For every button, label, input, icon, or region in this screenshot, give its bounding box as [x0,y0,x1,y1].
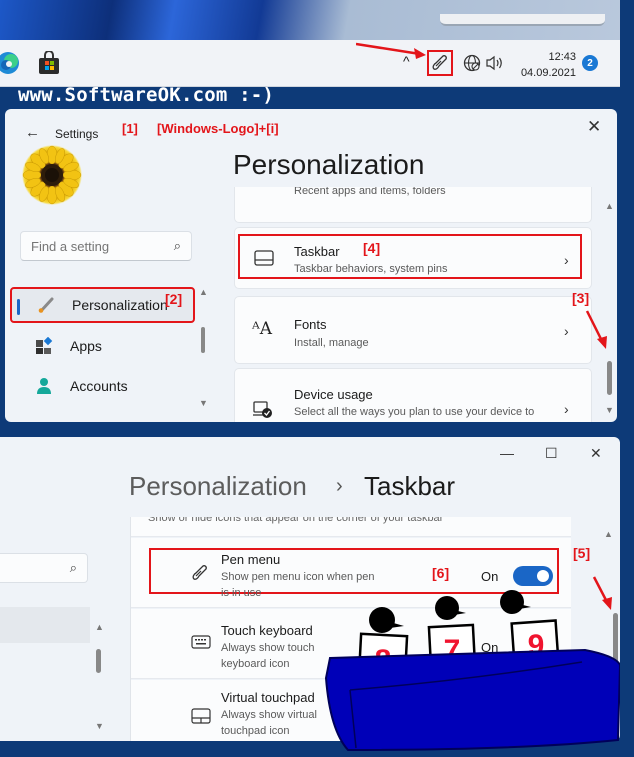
close-button[interactable]: ✕ [587,117,601,137]
annotation-4: [4] [363,240,381,256]
page-edge [620,0,634,752]
sidebar-item-apps[interactable]: Apps [10,328,195,364]
card-subtitle: Select all the ways you plan to use your… [294,406,535,418]
minimize-button[interactable]: — [500,445,514,461]
card-device-usage[interactable]: Device usage Select all the ways you pla… [234,368,592,422]
row-subtitle: Show or hide icons that appear on the co… [148,517,444,524]
chevron-right-icon: › [564,252,569,268]
annotation-1: [1] [122,121,138,136]
accounts-icon [34,377,54,395]
maximize-button[interactable]: ☐ [545,445,558,462]
window-title: Settings [55,127,99,141]
selection-indicator [17,299,20,315]
card-fonts[interactable]: ᴬA Fonts Install, manage › [234,296,592,364]
annotation-5: [5] [573,545,591,561]
background-window [440,14,605,26]
nav-scroll-down-arrow[interactable]: ▼ [95,721,104,731]
annotation-2: [2] [165,291,183,307]
pen-menu-toggle[interactable] [513,566,553,586]
row-title: Touch keyboard [221,623,313,638]
volume-icon[interactable] [485,54,505,72]
page-title: Personalization [233,149,425,180]
annotation-arrow-scroll [585,309,609,356]
row-partial: Show or hide icons that appear on the co… [131,517,571,537]
search-icon: ⌕ [173,238,181,253]
device-usage-icon [253,401,273,422]
brush-icon [36,296,56,314]
row-title: Virtual touchpad [221,690,315,705]
sidebar-item-label: Accounts [70,378,128,394]
nav-scrollbar-thumb[interactable] [96,649,101,673]
toggle-state-label: On [481,569,499,584]
avatar[interactable] [22,145,82,205]
settings-window: ← Settings [1] [Windows-Logo]+[i] ✕ ⌕ [5,109,617,422]
scrollbar-thumb[interactable] [607,361,612,395]
shortcut-hint: [Windows-Logo]+[i] [157,121,279,136]
edge-icon[interactable] [0,50,20,76]
nav-scroll-up-arrow[interactable]: ▲ [199,287,208,297]
nav-scroll-down-arrow[interactable]: ▼ [199,398,208,408]
sidebar-item-label: Personalization [72,297,168,313]
sidebar-item-accounts[interactable]: Accounts [10,368,195,404]
judges-cartoon: 8 7 9 [320,590,622,752]
card-subtitle: Install, manage [294,337,369,349]
chevron-right-icon: › [564,401,569,417]
nav-scrollbar-thumb[interactable] [201,327,205,353]
toggle-knob [537,570,549,582]
microsoft-store-icon[interactable] [38,50,60,75]
clock-time: 12:43 [548,51,576,63]
row-title: Pen menu [221,552,281,567]
card-title: Fonts [294,317,327,332]
annotation-3: [3] [572,290,590,306]
apps-icon [34,337,54,355]
breadcrumb-separator: › [336,475,343,497]
scroll-up-arrow[interactable]: ▲ [604,529,613,539]
watermark-site: www.SoftwareOK.com :-) [18,84,275,106]
annotation-6: [6] [432,565,450,581]
search-icon: ⌕ [69,560,77,575]
fonts-icon: ᴬA [252,319,273,339]
pen-icon[interactable] [427,50,453,76]
scroll-up-arrow[interactable]: ▲ [605,201,614,211]
card-title: Device usage [294,387,373,402]
breadcrumb-current: Taskbar [364,471,456,501]
search-input[interactable] [21,232,161,260]
taskbar-icon [254,250,274,271]
clock-date: 04.09.2021 [520,67,576,79]
annotation-arrow-pen [355,40,428,60]
row-subtitle: Always show virtual touchpad icon [221,709,317,737]
card-subtitle: Taskbar behaviors, system pins [294,263,448,275]
sidebar-selected-item[interactable] [0,607,90,643]
breadcrumb-parent[interactable]: Personalization [129,471,307,502]
card-taskbar[interactable]: Taskbar [4] Taskbar behaviors, system pi… [234,227,592,289]
keyboard-icon [191,635,211,654]
chevron-right-icon: › [564,323,569,339]
card-start-partial[interactable]: Recent apps and items, folders [234,187,592,223]
back-button[interactable]: ← [25,124,40,141]
search-box[interactable]: ⌕ [20,231,192,261]
scroll-down-arrow[interactable]: ▼ [605,405,614,415]
sidebar-item-label: Apps [70,338,102,354]
card-title: Taskbar [294,244,340,259]
network-icon[interactable] [463,54,481,72]
pen-icon [191,564,209,587]
nav-scroll-up-arrow[interactable]: ▲ [95,622,104,632]
search-box[interactable]: ⌕ [0,553,88,583]
close-button[interactable]: ✕ [590,445,602,462]
notification-badge[interactable]: 2 [582,55,598,71]
card-subtitle: Recent apps and items, folders [294,187,446,197]
touchpad-icon [191,708,211,729]
